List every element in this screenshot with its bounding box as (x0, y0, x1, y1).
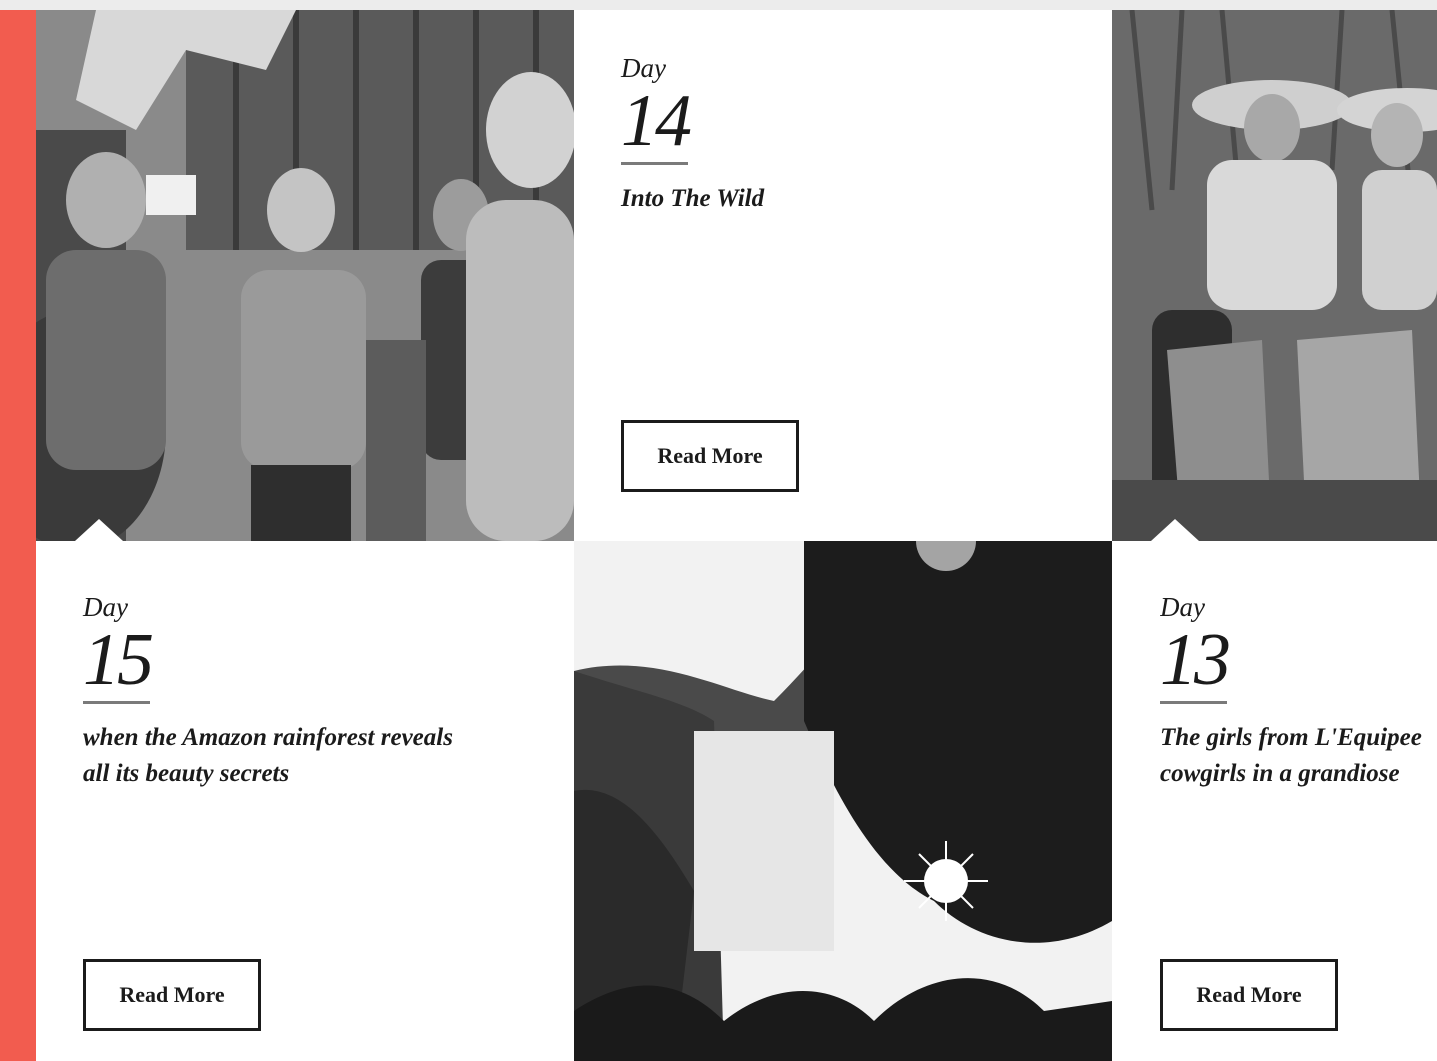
subtitle-line: all its beauty secrets (83, 760, 290, 787)
market-photo-image (36, 10, 574, 541)
day-label: Day (1160, 594, 1205, 622)
read-more-button-day-15[interactable]: Read More (83, 959, 261, 1031)
article-card-day-13: Day 13 The girls from L'Equipee cowgirls… (1160, 594, 1437, 792)
article-subtitle: Into The Wild (621, 181, 1081, 217)
top-strip (0, 0, 1437, 10)
day-number: 15 (83, 619, 154, 701)
subtitle-line: when the Amazon rainforest reveals (83, 724, 453, 751)
day-number: 14 (621, 80, 692, 162)
accent-sidebar (0, 10, 36, 1061)
market-photo[interactable] (36, 10, 574, 541)
river-photo[interactable] (574, 541, 1112, 1061)
title-divider (621, 162, 688, 165)
subtitle-line: Into The Wild (621, 185, 765, 212)
day-label: Day (83, 592, 128, 622)
cowgirls-photo-image (1112, 10, 1437, 541)
photo-notch (1151, 519, 1199, 541)
day-number: 13 (1160, 619, 1231, 701)
photo-notch (75, 519, 123, 541)
title-divider (1160, 701, 1227, 704)
river-photo-image (574, 541, 1112, 1061)
title-divider (83, 701, 150, 704)
article-card-day-15: Day 15 when the Amazon rainforest reveal… (83, 594, 553, 792)
subtitle-line: The girls from L'Equipee (1160, 724, 1422, 751)
read-more-button-day-13[interactable]: Read More (1160, 959, 1338, 1031)
article-subtitle: The girls from L'Equipee cowgirls in a g… (1160, 720, 1437, 792)
day-label: Day (621, 53, 666, 83)
subtitle-line: cowgirls in a grandiose (1160, 760, 1400, 787)
article-subtitle: when the Amazon rainforest reveals all i… (83, 720, 553, 792)
cowgirls-photo[interactable] (1112, 10, 1437, 541)
read-more-button-day-14[interactable]: Read More (621, 420, 799, 492)
article-card-day-14: Day 14 Into The Wild (621, 55, 1081, 217)
